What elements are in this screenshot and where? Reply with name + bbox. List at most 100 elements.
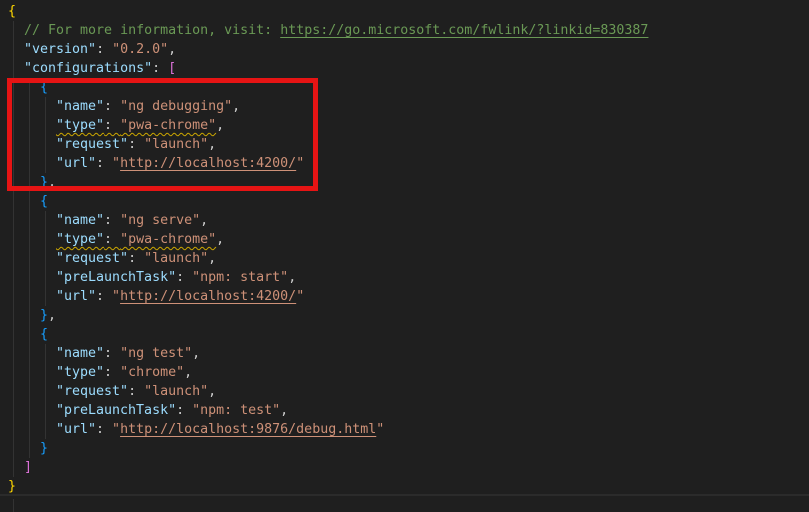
punctuation: : <box>104 365 120 380</box>
code-line[interactable]: "request": "launch", <box>0 249 809 268</box>
punctuation: : <box>104 118 120 133</box>
punctuation: : <box>104 99 120 114</box>
comment: // For more information, visit: <box>24 23 280 38</box>
bracket: ] <box>24 460 32 475</box>
json-key: "name" <box>56 213 104 228</box>
bracket: { <box>40 327 48 342</box>
code-line[interactable]: "type": "pwa-chrome", <box>0 230 809 249</box>
json-key: "url" <box>56 156 96 171</box>
json-key: "request" <box>56 137 128 152</box>
json-key: "name" <box>56 99 104 114</box>
code-line[interactable]: "version": "0.2.0", <box>0 40 809 59</box>
punctuation: , <box>232 99 240 114</box>
code-line[interactable]: "request": "launch", <box>0 382 809 401</box>
punctuation: : <box>104 232 120 247</box>
json-string: " <box>112 289 120 304</box>
json-key: "version" <box>24 42 96 57</box>
punctuation: : <box>104 346 120 361</box>
punctuation: : <box>96 422 112 437</box>
punctuation: : <box>96 42 112 57</box>
punctuation: , <box>184 365 192 380</box>
warning-squiggle: "type": "pwa-chrome" <box>56 118 216 133</box>
json-string: " <box>296 289 304 304</box>
json-string: " <box>376 422 384 437</box>
comment-link[interactable]: https://go.microsoft.com/fwlink/?linkid=… <box>280 23 648 38</box>
json-string: "0.2.0" <box>112 42 168 57</box>
url-link[interactable]: http://localhost:4200/ <box>120 289 296 304</box>
code-line[interactable]: { <box>0 192 809 211</box>
code-line[interactable]: } <box>0 439 809 458</box>
json-key: "url" <box>56 289 96 304</box>
json-string: "launch" <box>144 384 208 399</box>
code-line[interactable]: { <box>0 325 809 344</box>
json-key: "url" <box>56 422 96 437</box>
code-line[interactable]: { <box>0 2 809 21</box>
json-key: "request" <box>56 251 128 266</box>
bracket: { <box>40 80 48 95</box>
bracket: } <box>8 479 16 494</box>
json-key: "configurations" <box>24 61 152 76</box>
code-line[interactable]: "url": "http://localhost:4200/" <box>0 287 809 306</box>
code-line[interactable]: "url": "http://localhost:4200/" <box>0 154 809 173</box>
punctuation: , <box>208 384 216 399</box>
bracket: } <box>40 175 48 190</box>
code-line[interactable]: "name": "ng test", <box>0 344 809 363</box>
punctuation: : <box>176 270 192 285</box>
json-key: "request" <box>56 384 128 399</box>
bracket: [ <box>168 61 176 76</box>
punctuation: : <box>152 61 168 76</box>
punctuation: , <box>192 346 200 361</box>
json-string: "npm: test" <box>192 403 280 418</box>
json-string: "ng debugging" <box>120 99 232 114</box>
json-string: "npm: start" <box>192 270 288 285</box>
punctuation: : <box>96 289 112 304</box>
json-string: "ng test" <box>120 346 192 361</box>
code-line[interactable]: "name": "ng serve", <box>0 211 809 230</box>
json-string: "ng serve" <box>120 213 200 228</box>
punctuation: , <box>168 42 176 57</box>
code-line[interactable]: }, <box>0 173 809 192</box>
code-line[interactable]: ] <box>0 458 809 477</box>
bracket: { <box>40 194 48 209</box>
punctuation: , <box>216 232 224 247</box>
json-string: "chrome" <box>120 365 184 380</box>
json-key: "type" <box>56 118 104 133</box>
bracket: } <box>40 441 48 456</box>
code-editor[interactable]: {// For more information, visit: https:/… <box>0 0 809 494</box>
code-line[interactable]: "request": "launch", <box>0 135 809 154</box>
code-line[interactable]: "type": "pwa-chrome", <box>0 116 809 135</box>
punctuation: , <box>48 175 56 190</box>
url-link[interactable]: http://localhost:4200/ <box>120 156 296 171</box>
punctuation: : <box>176 403 192 418</box>
code-line[interactable]: "preLaunchTask": "npm: test", <box>0 401 809 420</box>
url-link[interactable]: http://localhost:9876/debug.html <box>120 422 376 437</box>
punctuation: , <box>280 403 288 418</box>
json-string: " <box>112 156 120 171</box>
code-line[interactable]: "type": "chrome", <box>0 363 809 382</box>
code-line[interactable]: { <box>0 78 809 97</box>
json-string: " <box>296 156 304 171</box>
code-line[interactable]: } <box>0 477 809 496</box>
json-key: "name" <box>56 346 104 361</box>
json-key: "preLaunchTask" <box>56 270 176 285</box>
json-key: "preLaunchTask" <box>56 403 176 418</box>
json-key: "type" <box>56 232 104 247</box>
indent-guide <box>13 499 14 512</box>
warning-squiggle: "type": "pwa-chrome" <box>56 232 216 247</box>
code-line[interactable]: "url": "http://localhost:9876/debug.html… <box>0 420 809 439</box>
json-string: "launch" <box>144 137 208 152</box>
punctuation: , <box>216 118 224 133</box>
json-key: "type" <box>56 365 104 380</box>
punctuation: : <box>128 251 144 266</box>
punctuation: : <box>128 384 144 399</box>
bracket: } <box>40 308 48 323</box>
code-line[interactable]: "preLaunchTask": "npm: start", <box>0 268 809 287</box>
code-line[interactable]: "configurations": [ <box>0 59 809 78</box>
punctuation: : <box>128 137 144 152</box>
json-string: "pwa-chrome" <box>120 232 216 247</box>
code-line[interactable]: // For more information, visit: https://… <box>0 21 809 40</box>
code-line[interactable]: }, <box>0 306 809 325</box>
code-line[interactable]: "name": "ng debugging", <box>0 97 809 116</box>
punctuation: , <box>288 270 296 285</box>
punctuation: , <box>208 251 216 266</box>
